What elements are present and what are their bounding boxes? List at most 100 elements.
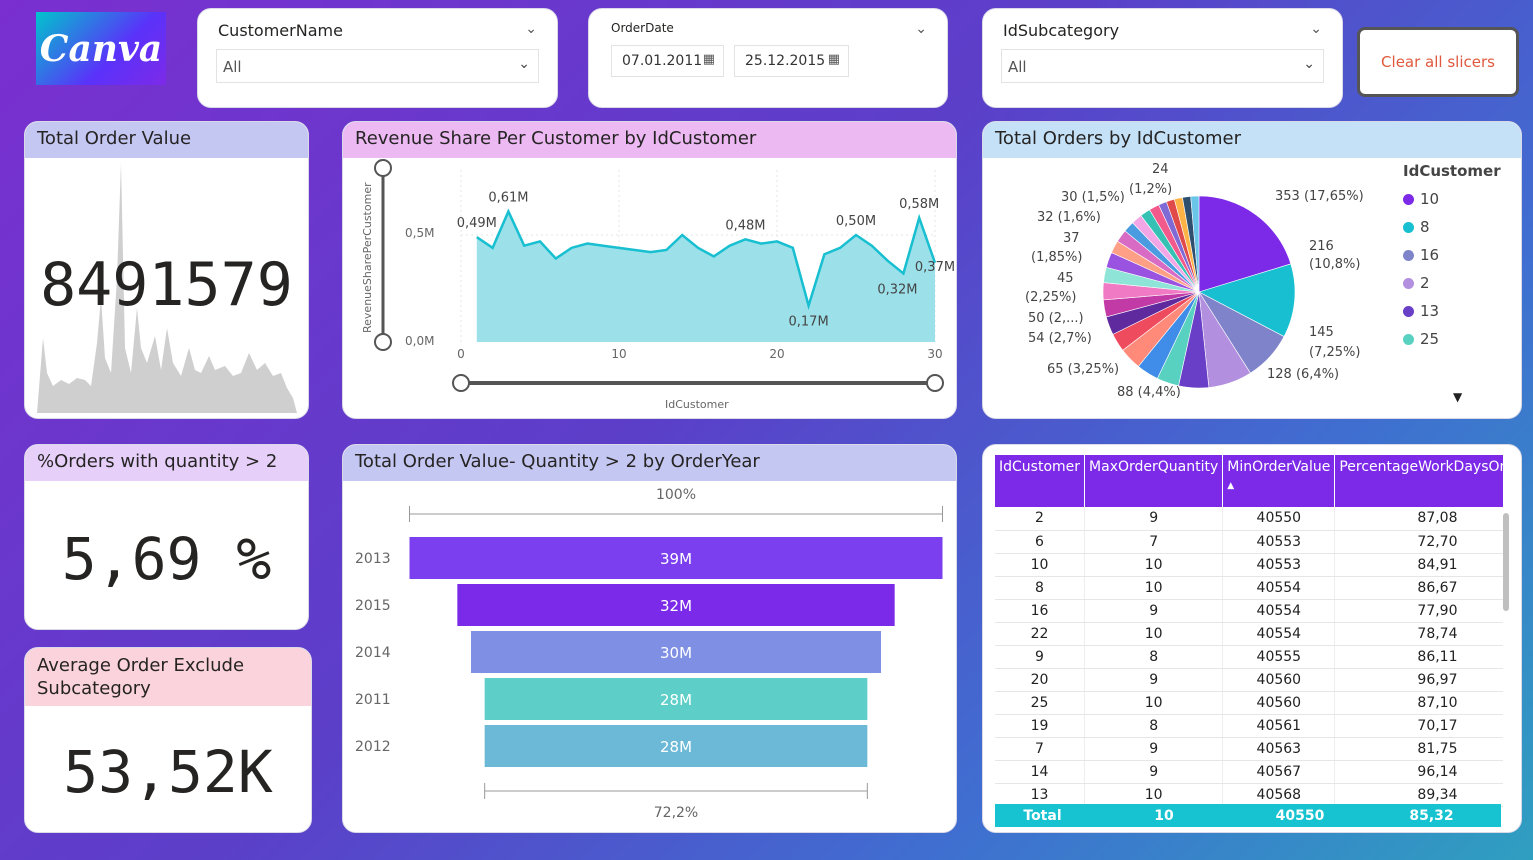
legend-title: IdCustomer: [1403, 162, 1501, 180]
table-row[interactable]: 16 9 40554 77,90: [995, 599, 1503, 623]
order-date-slicer[interactable]: OrderDate ⌄ 07.01.2011 ▦ 25.12.2015 ▦: [588, 8, 948, 108]
table-cell: 40563: [1222, 737, 1336, 761]
slice-label: 30 (1,5%): [1061, 190, 1125, 205]
column-header[interactable]: PercentageWorkDaysOrders: [1334, 455, 1503, 507]
table-row[interactable]: 13 10 40568 89,34: [995, 783, 1503, 807]
table-cell: 40553: [1222, 530, 1336, 554]
chevron-down-icon[interactable]: ⌄: [1310, 21, 1322, 37]
table-cell: 9: [1084, 668, 1224, 692]
legend-item[interactable]: 25: [1403, 330, 1501, 348]
slice-label: (1,2%): [1129, 182, 1172, 197]
table-row[interactable]: 10 10 40553 84,91: [995, 553, 1503, 577]
data-label: 0,17M: [789, 315, 829, 330]
table-row[interactable]: 22 10 40554 78,74: [995, 622, 1503, 646]
slice-label: 353 (17,65%): [1275, 189, 1364, 204]
canva-logo: Canva: [36, 12, 166, 85]
column-header[interactable]: IdCustomer: [995, 455, 1086, 507]
table-row[interactable]: 8 10 40554 86,67: [995, 576, 1503, 600]
table-scroll-area[interactable]: IdCustomer MaxOrderQuantity MinOrderValue ▲…: [995, 455, 1503, 827]
table-scrollbar[interactable]: [1503, 513, 1509, 611]
x-tick-label: 30: [927, 347, 942, 361]
legend-dot: [1403, 333, 1414, 345]
column-header[interactable]: MaxOrderQuantity: [1084, 455, 1224, 507]
table-row[interactable]: 20 9 40560 96,97: [995, 668, 1503, 692]
funnel-value-label: 32M: [660, 597, 692, 615]
subcategory-dropdown[interactable]: All ⌄: [1001, 49, 1324, 83]
table-row[interactable]: 6 7 40553 72,70: [995, 530, 1503, 554]
x-range-slider-handle-right[interactable]: [926, 374, 944, 392]
table-cell: 22: [995, 622, 1086, 646]
table-row[interactable]: 14 9 40567 96,14: [995, 760, 1503, 784]
table-cell: 72,70: [1334, 530, 1503, 554]
legend-item[interactable]: 2: [1403, 274, 1501, 292]
table-cell: 40553: [1222, 553, 1336, 577]
legend-item[interactable]: 16: [1403, 246, 1501, 264]
card-title: %Orders with quantity > 2: [25, 445, 308, 481]
x-range-slider-handle-left[interactable]: [452, 374, 470, 392]
clear-all-slicers-button[interactable]: Clear all slicers: [1357, 27, 1519, 97]
table-cell: 40550: [1222, 507, 1336, 531]
table-cell: 84,91: [1334, 553, 1503, 577]
subcategory-slicer[interactable]: IdSubcategory ⌄ All ⌄: [982, 8, 1343, 108]
table-cell: 40560: [1222, 668, 1336, 692]
table-cell: 81,75: [1334, 737, 1503, 761]
legend-dot: [1403, 277, 1414, 289]
table-cell: 8: [995, 576, 1086, 600]
table-row[interactable]: 9 8 40555 86,11: [995, 645, 1503, 669]
slice-label: 88 (4,4%): [1117, 385, 1181, 400]
data-label: 0,49M: [457, 216, 497, 231]
chevron-down-icon[interactable]: ⌄: [525, 21, 537, 37]
order-date-to-value: 25.12.2015: [745, 53, 826, 69]
funnel-value-label: 30M: [660, 644, 692, 662]
table-cell: 9: [1084, 599, 1224, 623]
chevron-down-icon[interactable]: ⌄: [915, 21, 927, 37]
table-cell: 40568: [1222, 783, 1336, 807]
table-cell: 96,14: [1334, 760, 1503, 784]
y-range-slider-handle-top[interactable]: [374, 159, 392, 177]
table-cell: 10: [1084, 576, 1224, 600]
slice-label: 65 (3,25%): [1047, 362, 1119, 377]
table-row[interactable]: 2 9 40550 87,08: [995, 507, 1503, 531]
table-cell: 19: [995, 714, 1086, 738]
legend-label: 2: [1420, 274, 1430, 292]
funnel-value-label: 28M: [660, 738, 692, 756]
legend-label: 10: [1420, 190, 1440, 208]
y-tick-label: 0,0M: [405, 334, 434, 348]
customer-name-dropdown[interactable]: All ⌄: [216, 49, 539, 83]
table-cell: 14: [995, 760, 1086, 784]
table-row[interactable]: 7 9 40563 81,75: [995, 737, 1503, 761]
y-range-slider-handle-bottom[interactable]: [374, 333, 392, 351]
order-date-label: OrderDate: [611, 21, 674, 35]
card-title: Average Order Exclude Subcategory: [25, 648, 311, 706]
order-date-from-input[interactable]: 07.01.2011 ▦: [611, 45, 724, 77]
table-row[interactable]: 25 10 40560 87,10: [995, 691, 1503, 715]
customer-table: IdCustomer MaxOrderQuantity MinOrderValue ▲…: [995, 455, 1503, 807]
order-date-to-input[interactable]: 25.12.2015 ▦: [734, 45, 849, 77]
slice-label: 50 (2,...): [1028, 311, 1084, 326]
total-order-value-card: Total Order Value 8491579: [24, 121, 309, 419]
calendar-icon[interactable]: ▦: [703, 52, 715, 67]
data-label: 0,61M: [488, 190, 528, 205]
legend-item[interactable]: 10: [1403, 190, 1501, 208]
slice-label: 128 (6,4%): [1267, 367, 1339, 382]
total-cell: 85,32: [1362, 804, 1501, 827]
funnel-category-label: 2011: [355, 692, 391, 708]
table-cell: 40554: [1222, 576, 1336, 600]
data-label: 0,48M: [725, 218, 765, 233]
table-cell: 9: [1084, 507, 1224, 531]
total-orders-pie-card: Total Orders by IdCustomer 353 (17,65%) …: [982, 121, 1522, 419]
slice-label: 32 (1,6%): [1037, 210, 1101, 225]
legend-scroll-down-icon[interactable]: ▼: [1453, 390, 1462, 404]
legend-item[interactable]: 13: [1403, 302, 1501, 320]
table-cell: 40554: [1222, 622, 1336, 646]
x-tick-label: 10: [611, 347, 626, 361]
slice-label: 37: [1063, 231, 1080, 246]
legend-item[interactable]: 8: [1403, 218, 1501, 236]
calendar-icon[interactable]: ▦: [828, 52, 840, 67]
sort-ascending-icon[interactable]: ▲: [1227, 481, 1330, 491]
customer-name-label: CustomerName: [218, 21, 343, 40]
customer-name-slicer[interactable]: CustomerName ⌄ All ⌄: [197, 8, 558, 108]
table-row[interactable]: 19 8 40561 70,17: [995, 714, 1503, 738]
column-header[interactable]: MinOrderValue ▲: [1222, 455, 1336, 507]
table-cell: 6: [995, 530, 1086, 554]
